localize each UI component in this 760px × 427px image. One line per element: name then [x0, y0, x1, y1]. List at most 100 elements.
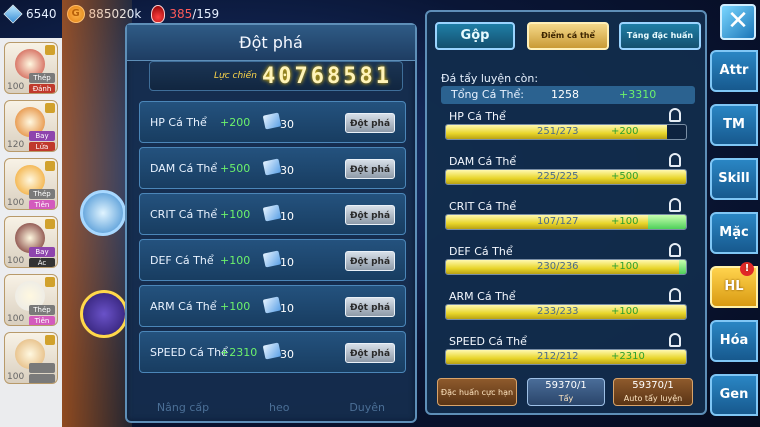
training-stat-row: ARM Cá Thể 233/233 +100 [441, 288, 695, 326]
breakthrough-button[interactable]: Đột phá [345, 205, 395, 225]
stamina-current: 385 [169, 7, 193, 21]
side-tab-0[interactable]: Attr [710, 50, 758, 92]
side-tab-label: Mặc [719, 225, 749, 240]
training-stat-bonus: +100 [611, 306, 639, 317]
auto-wash-button[interactable]: 59370/1 Auto tẩy luyện [613, 378, 693, 406]
stat-name: DAM Cá Thể [150, 162, 218, 175]
tab-special-training[interactable]: Tăng đặc huấn [619, 22, 701, 50]
training-stat-name: HP Cá Thể [449, 110, 506, 123]
gem-value: 6540 [26, 7, 57, 21]
stat-cost: 30 [280, 118, 294, 131]
hero-card[interactable]: 100 [4, 332, 58, 384]
lock-icon[interactable] [669, 153, 681, 167]
stamina-flask-icon [151, 5, 166, 23]
hero-card[interactable]: Thép Tiên 100 [4, 158, 58, 210]
tab-combine[interactable]: Gộp [435, 22, 515, 50]
stat-cost: 10 [280, 302, 294, 315]
training-extra-fill [647, 215, 686, 229]
total-value: 1258 [551, 88, 579, 101]
footer-follow[interactable]: heo [269, 401, 289, 414]
scroll-icon [262, 204, 282, 222]
stat-cost: 10 [280, 256, 294, 269]
breakthrough-button[interactable]: Đột phá [345, 113, 395, 133]
stamina-counter: 385/159 [151, 5, 219, 23]
remaining-stones-label: Đá tẩy luyện còn: [441, 72, 539, 85]
hero-type-tag: Bay [29, 131, 55, 141]
side-tab-4[interactable]: HL! [710, 262, 758, 308]
training-stat-bonus: +200 [611, 126, 639, 137]
side-tab-6[interactable]: Gen [710, 374, 758, 416]
training-extra-fill [678, 260, 686, 274]
power-value: 40768581 [262, 64, 392, 89]
training-stat-value: 225/225 [537, 171, 579, 182]
stat-bonus: +500 [220, 162, 251, 175]
training-stat-bonus: +2310 [611, 351, 645, 362]
lock-icon [45, 161, 55, 171]
lock-icon [45, 335, 55, 345]
stat-name: ARM Cá Thể [150, 300, 217, 313]
hero-list: Thép Đánh 100 Bay Lửa 120 Thép Tiên 100 Bay Ác 100 T… [0, 38, 62, 427]
stat-bonus: +2310 [220, 346, 258, 359]
training-stat-value: 212/212 [537, 351, 579, 362]
stat-bonus: +100 [220, 208, 251, 221]
breakthrough-row: DEF Cá Thể +100 10 Đột phá [139, 239, 406, 281]
breakthrough-button[interactable]: Đột phá [345, 343, 395, 363]
side-tab-5[interactable]: Hóa [710, 320, 758, 362]
lock-icon[interactable] [669, 333, 681, 347]
hero-card[interactable]: Bay Ác 100 [4, 216, 58, 268]
panel-title: Đột phá [127, 25, 415, 61]
training-stat-row: DEF Cá Thể 230/236 +100 [441, 243, 695, 281]
training-stat-row: CRIT Cá Thể 107/127 +100 [441, 198, 695, 236]
training-stat-row: DAM Cá Thể 225/225 +500 [441, 153, 695, 191]
hero-element-tag [29, 374, 55, 383]
stat-name: CRIT Cá Thể [150, 208, 218, 221]
training-stat-bonus: +100 [611, 216, 639, 227]
notification-badge: ! [740, 262, 754, 276]
stamina-max: /159 [192, 7, 220, 21]
training-stat-value: 233/233 [537, 306, 579, 317]
breakthrough-panel: Đột phá Lực chiến 40768581 HP Cá Thể +200… [125, 23, 417, 423]
scroll-icon [262, 342, 282, 360]
footer-affinity[interactable]: Duyên [349, 401, 385, 414]
breakthrough-row: HP Cá Thể +200 30 Đột phá [139, 101, 406, 143]
breakthrough-button[interactable]: Đột phá [345, 251, 395, 271]
scroll-icon [262, 112, 282, 130]
side-tab-1[interactable]: TM [710, 104, 758, 146]
breakthrough-row: DAM Cá Thể +500 30 Đột phá [139, 147, 406, 189]
hero-card[interactable]: Bay Lửa 120 [4, 100, 58, 152]
footer-upgrade[interactable]: Nâng cấp [157, 401, 209, 414]
side-tab-3[interactable]: Mặc [710, 212, 758, 254]
training-stat-value: 251/273 [537, 126, 579, 137]
stat-name: SPEED Cá Thể [150, 346, 228, 359]
lock-icon[interactable] [669, 108, 681, 122]
side-tab-2[interactable]: Skill [710, 158, 758, 200]
wash-button[interactable]: 59370/1 Tẩy [527, 378, 605, 406]
tab-individual-points[interactable]: Điểm cá thể [527, 22, 609, 50]
hero-type-tag [29, 363, 55, 373]
hero-card[interactable]: Thép Đánh 100 [4, 42, 58, 94]
panel-footer: Nâng cấp heo Duyên [127, 393, 415, 421]
hero-type-tag: Thép [29, 305, 55, 315]
extreme-training-button[interactable]: Đặc huấn cực hạn [437, 378, 517, 406]
lock-orb-icon[interactable] [80, 190, 126, 236]
gear-orb-icon[interactable] [80, 290, 128, 338]
training-stat-name: CRIT Cá Thể [449, 200, 517, 213]
stat-cost: 30 [280, 348, 294, 361]
breakthrough-button[interactable]: Đột phá [345, 297, 395, 317]
training-stat-bonus: +500 [611, 171, 639, 182]
lock-icon[interactable] [669, 243, 681, 257]
hero-element-tag: Lửa [29, 142, 55, 151]
hero-level: 100 [7, 198, 25, 208]
hero-card[interactable]: Thép Tiên 100 [4, 274, 58, 326]
wash-count: 59370/1 [545, 380, 587, 391]
lock-icon[interactable] [669, 288, 681, 302]
breakthrough-row: CRIT Cá Thể +100 10 Đột phá [139, 193, 406, 235]
breakthrough-button[interactable]: Đột phá [345, 159, 395, 179]
scroll-icon [262, 158, 282, 176]
power-label: Lực chiến [214, 71, 257, 81]
hero-level: 120 [7, 140, 25, 150]
close-icon[interactable]: ✕ [720, 4, 756, 40]
auto-wash-count: 59370/1 [632, 380, 674, 391]
lock-icon[interactable] [669, 198, 681, 212]
total-label: Tổng Cá Thể: [451, 88, 524, 101]
